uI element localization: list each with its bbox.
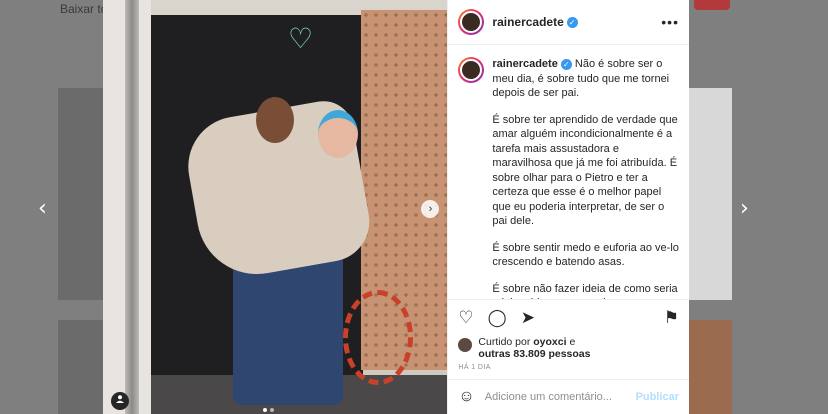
action-bar: ♡ ◯ ➤ ⚑ — [448, 299, 689, 336]
share-icon[interactable]: ➤ — [521, 308, 535, 328]
liked-by-prefix: Curtido por — [478, 336, 534, 348]
post-photo[interactable]: ♡ › — [103, 0, 448, 414]
liked-by-user[interactable]: oyoxci — [533, 336, 566, 348]
background-tile — [58, 88, 103, 300]
photo-head — [256, 97, 294, 143]
avatar[interactable] — [458, 9, 485, 35]
save-icon[interactable]: ⚑ — [664, 308, 679, 328]
photo-hose — [343, 290, 413, 385]
post-sidebar: rainercadete ✓ ••• rainercadete ✓ Não é s… — [447, 0, 689, 414]
photo-head — [318, 110, 358, 158]
emoji-icon[interactable]: ☺ — [458, 388, 474, 406]
likes-summary: Curtido por oyoxci e outras 83.809 pesso… — [448, 336, 689, 360]
caption-username[interactable]: rainercadete — [492, 58, 557, 70]
caption-text: rainercadete ✓ Não é sobre ser o meu dia,… — [492, 57, 679, 299]
background-text: Baixar to — [60, 2, 108, 16]
like-icon[interactable]: ♡ — [458, 308, 473, 328]
liker-avatar — [458, 338, 473, 352]
avatar[interactable] — [458, 57, 485, 83]
caption-paragraph: É sobre ter aprendido de verdade que ama… — [492, 113, 678, 228]
comment-input[interactable] — [482, 390, 636, 404]
caption-paragraph: É sobre não fazer ideia de como seria mi… — [492, 282, 678, 300]
background-tile — [689, 88, 732, 300]
post-modal: ♡ › rainercadete ✓ ••• rainercadete ✓ Não… — [103, 0, 689, 414]
person-icon — [116, 395, 124, 403]
photo-pipes — [125, 0, 139, 414]
user-tag-icon[interactable] — [111, 392, 129, 410]
comment-bar: ☺ Publicar — [448, 379, 689, 414]
wall-heart-icon: ♡ — [288, 23, 314, 54]
background-tile — [58, 320, 103, 414]
comment-icon[interactable]: ◯ — [488, 308, 507, 328]
background-red-badge — [694, 0, 730, 10]
more-options-icon[interactable]: ••• — [661, 14, 679, 30]
caption-paragraph: É sobre sentir medo e euforia ao ve-lo c… — [492, 241, 679, 269]
username-link[interactable]: rainercadete — [492, 15, 563, 29]
background-tile — [689, 320, 732, 414]
verified-icon: ✓ — [566, 16, 578, 28]
liked-by-others[interactable]: outras 83.809 pessoas — [478, 348, 590, 360]
verified-icon: ✓ — [560, 58, 572, 70]
next-post-button[interactable]: › — [740, 196, 749, 221]
publish-button[interactable]: Publicar — [636, 391, 679, 403]
previous-post-button[interactable]: ‹ — [38, 196, 47, 221]
liked-by-join: e — [566, 336, 576, 348]
caption-area: rainercadete ✓ Não é sobre ser o meu dia,… — [448, 45, 689, 299]
post-header: rainercadete ✓ ••• — [448, 0, 689, 45]
carousel-dots — [263, 408, 274, 412]
post-timestamp[interactable]: HÁ 1 DIA — [448, 360, 689, 371]
